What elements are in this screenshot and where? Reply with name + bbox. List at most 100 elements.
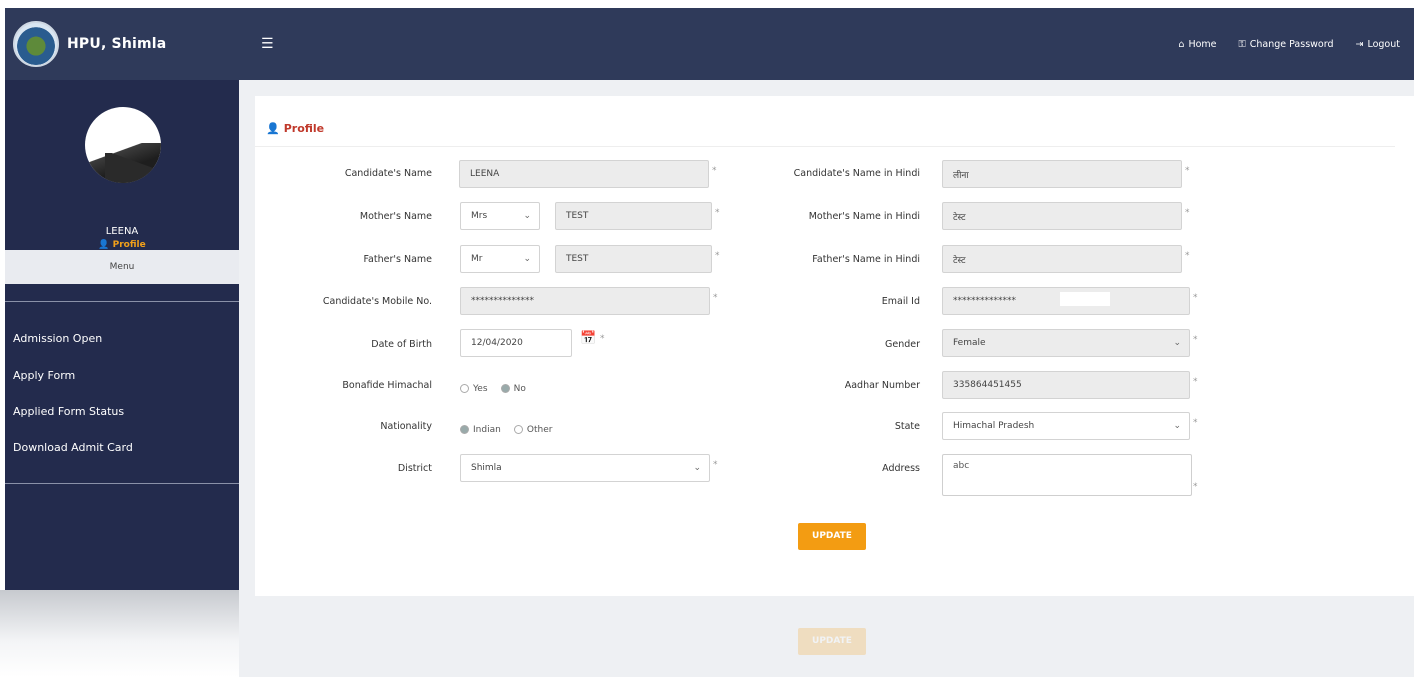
sidebar-divider-bottom [5, 483, 239, 484]
mother-name-label: Mother's Name [359, 211, 432, 222]
radio-indian[interactable] [460, 425, 469, 434]
title-rule [255, 146, 1395, 147]
required-star: * [1193, 418, 1198, 428]
sidebar-item-apply-form[interactable]: Apply Form [13, 369, 75, 382]
top-navbar: HPU, Shimla ☰ ⌂ Home ⚿ Change Password ⇥ Lo… [5, 8, 1414, 80]
mother-name-hindi-label: Mother's Name in Hindi [808, 211, 920, 222]
brand-name: HPU, Shimla [67, 36, 167, 52]
mother-prefix-value: Mrs [471, 211, 488, 221]
required-star: * [1193, 335, 1198, 345]
mobile-field[interactable]: ************** [460, 287, 710, 315]
radio-yes[interactable] [460, 384, 469, 393]
father-name-hindi-value: टेस्ट [953, 255, 966, 266]
candidate-name-label: Candidate's Name [344, 168, 432, 179]
chevron-down-icon: ⌄ [1173, 421, 1181, 431]
aadhar-field[interactable]: 335864451455 [942, 371, 1190, 399]
required-star: * [1185, 166, 1190, 176]
nationality-label: Nationality [380, 421, 432, 432]
dob-field[interactable]: 12/04/2020 [460, 329, 572, 357]
menu-heading-label: Menu [109, 262, 135, 272]
sidebar-item-download-admit-card[interactable]: Download Admit Card [13, 441, 133, 454]
address-value: abc [953, 461, 970, 471]
candidate-name-hindi-value: लीना [953, 170, 969, 181]
profile-link-label: Profile [112, 240, 146, 250]
mother-prefix-select[interactable]: Mrs ⌄ [460, 202, 540, 230]
university-logo [13, 21, 59, 67]
required-star: * [715, 251, 720, 261]
required-star: * [1193, 377, 1198, 387]
update-button-reflection: UPDATE [798, 628, 866, 655]
dob-label: Date of Birth [371, 339, 432, 350]
district-value: Shimla [471, 463, 502, 473]
father-name-value: TEST [566, 254, 589, 264]
father-name-field[interactable]: TEST [555, 245, 712, 273]
chevron-down-icon: ⌄ [523, 211, 531, 221]
avatar [85, 107, 161, 183]
address-textarea[interactable]: abc [942, 454, 1192, 496]
required-star: * [1185, 208, 1190, 218]
nationality-radio-group: Indian Other [460, 419, 560, 438]
home-label: Home [1188, 38, 1217, 50]
top-links: ⌂ Home ⚿ Change Password ⇥ Logout [1178, 39, 1414, 50]
redaction-mask [1060, 292, 1110, 306]
gender-value: Female [953, 338, 986, 348]
calendar-icon[interactable]: 📅 [580, 331, 596, 346]
district-label: District [397, 463, 432, 474]
brand[interactable]: HPU, Shimla [5, 8, 241, 80]
mountain-shape-2 [105, 153, 161, 183]
profile-title: 👤 Profile [266, 122, 324, 135]
sidebar: LEENA 👤 Profile Menu Admission Open Appl… [5, 80, 239, 590]
himachal-radio-group: Yes No [460, 378, 534, 397]
mother-name-value: TEST [566, 211, 589, 221]
required-star: * [715, 208, 720, 218]
required-star: * [1193, 482, 1198, 492]
gender-label: Gender [884, 339, 920, 350]
mother-name-field[interactable]: TEST [555, 202, 712, 230]
key-icon: ⚿ [1238, 38, 1246, 50]
sidebar-item-applied-form-status[interactable]: Applied Form Status [13, 405, 124, 418]
chevron-down-icon: ⌄ [523, 254, 531, 264]
update-button[interactable]: UPDATE [798, 523, 866, 550]
home-link[interactable]: ⌂ Home [1178, 39, 1216, 50]
mother-name-hindi-field[interactable]: टेस्ट [942, 202, 1182, 230]
mobile-value: ************** [471, 296, 534, 306]
radio-other-label: Other [526, 424, 553, 435]
email-label: Email Id [881, 296, 920, 307]
chevron-down-icon: ⌄ [693, 463, 701, 473]
menu-heading: Menu [5, 250, 239, 284]
sidebar-item-admission-open[interactable]: Admission Open [13, 332, 102, 345]
logout-link[interactable]: ⇥ Logout [1356, 39, 1401, 50]
father-prefix-select[interactable]: Mr ⌄ [460, 245, 540, 273]
bottom-fade [0, 590, 240, 677]
sidebar-profile-link[interactable]: 👤 Profile [5, 240, 239, 250]
father-name-label: Father's Name [363, 254, 432, 265]
radio-other[interactable] [513, 425, 523, 434]
sidebar-divider-top [5, 301, 239, 302]
radio-no[interactable] [500, 384, 510, 393]
gender-select[interactable]: Female ⌄ [942, 329, 1190, 357]
radio-no-label: No [513, 383, 526, 394]
chevron-down-icon: ⌄ [1173, 338, 1181, 348]
radio-yes-label: Yes [473, 383, 488, 394]
profile-title-text: Profile [283, 122, 325, 135]
aadhar-value: 335864451455 [953, 380, 1022, 390]
candidate-name-hindi-field[interactable]: लीना [942, 160, 1182, 188]
required-star: * [1185, 251, 1190, 261]
district-select[interactable]: Shimla ⌄ [460, 454, 710, 482]
state-select[interactable]: Himachal Pradesh ⌄ [942, 412, 1190, 440]
required-star: * [713, 460, 718, 470]
address-label: Address [882, 463, 920, 474]
change-password-link[interactable]: ⚿ Change Password [1239, 39, 1334, 50]
email-value: ************** [953, 296, 1016, 306]
himachal-label: Bonafide Himachal [342, 380, 432, 391]
logout-icon: ⇥ [1355, 38, 1364, 50]
father-name-hindi-field[interactable]: टेस्ट [942, 245, 1182, 273]
logout-label: Logout [1367, 38, 1400, 50]
candidate-name-value: LEENA [470, 169, 500, 179]
radio-indian-label: Indian [473, 424, 501, 435]
required-star: * [712, 166, 717, 176]
hamburger-icon[interactable]: ☰ [261, 36, 274, 52]
candidate-name-field[interactable]: LEENA [459, 160, 709, 188]
mobile-label: Candidate's Mobile No. [322, 296, 432, 307]
father-prefix-value: Mr [471, 254, 483, 264]
